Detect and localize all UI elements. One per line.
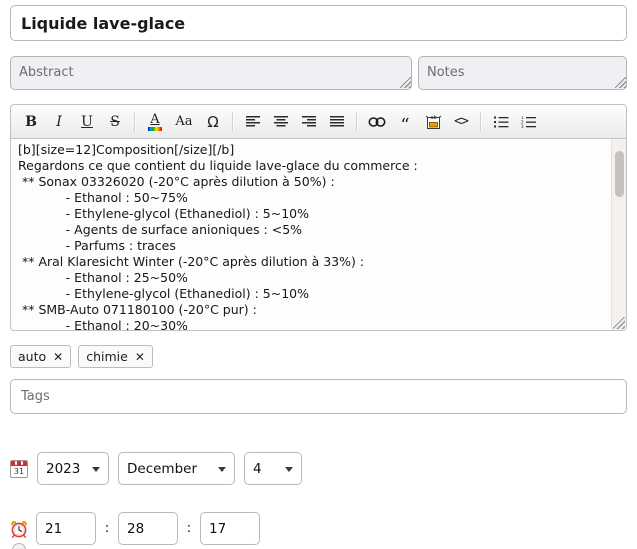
numbered-list-button[interactable]: 1 2 3 xyxy=(515,109,543,135)
image-button[interactable]: ab xyxy=(419,109,447,135)
time-separator: : xyxy=(104,521,110,536)
tag-chip-label: chimie xyxy=(86,349,128,364)
year-select[interactable]: 2021202220232024 xyxy=(37,452,109,485)
note-editor-page: B I U S A Aa Ω xyxy=(0,0,637,549)
strikethrough-icon: S xyxy=(110,113,120,130)
year-select-wrap: 2021202220232024 xyxy=(37,452,109,485)
text-color-icon: A xyxy=(148,113,162,131)
tag-chip-list: auto ✕ chimie ✕ xyxy=(10,345,153,368)
day-select-wrap: 12345678910 xyxy=(244,452,302,485)
tag-chip-label: auto xyxy=(18,349,47,364)
day-select[interactable]: 12345678910 xyxy=(244,452,302,485)
numbered-list-icon: 1 2 3 xyxy=(521,116,536,128)
month-select-wrap: JanuaryFebruaryMarchAprilMayJuneJulyAugu… xyxy=(118,452,235,485)
svg-text:ab: ab xyxy=(430,115,436,121)
code-button[interactable]: <> xyxy=(447,109,475,135)
date-picker-row: 31 2021202220232024 JanuaryFebruaryMarch… xyxy=(10,452,302,485)
hours-input[interactable] xyxy=(36,512,96,545)
svg-text:3: 3 xyxy=(521,124,524,128)
color-gradient-bar xyxy=(148,126,162,131)
seconds-input[interactable] xyxy=(200,512,260,545)
minutes-input[interactable] xyxy=(118,512,178,545)
quote-button[interactable]: “ xyxy=(391,109,419,135)
link-icon xyxy=(368,116,386,127)
tags-input[interactable] xyxy=(10,379,627,414)
align-left-icon xyxy=(246,115,260,126)
calendar-icon-ring xyxy=(15,460,17,465)
notes-input[interactable] xyxy=(418,56,627,90)
italic-button[interactable]: I xyxy=(45,109,73,135)
tag-remove-icon[interactable]: ✕ xyxy=(135,351,145,363)
calendar-icon-day: 31 xyxy=(13,466,25,476)
toolbar-divider xyxy=(480,111,482,132)
text-color-button[interactable]: A xyxy=(141,109,169,135)
special-character-button[interactable]: Ω xyxy=(199,109,227,135)
code-icon: <> xyxy=(454,114,469,129)
align-center-button[interactable] xyxy=(267,109,295,135)
time-separator: : xyxy=(186,521,192,536)
font-size-button[interactable]: Aa xyxy=(169,109,199,135)
align-left-button[interactable] xyxy=(239,109,267,135)
align-justify-button[interactable] xyxy=(323,109,351,135)
link-button[interactable] xyxy=(363,109,391,135)
title-input[interactable] xyxy=(10,5,627,41)
bbcode-editor: B I U S A Aa Ω “ ab <> 1 2 3 [b][size=12… xyxy=(10,104,627,331)
toolbar-divider xyxy=(356,111,358,132)
tag-chip[interactable]: auto ✕ xyxy=(10,345,72,368)
align-justify-icon xyxy=(330,115,344,126)
calendar-icon-ring xyxy=(21,460,23,465)
bulleted-list-button[interactable] xyxy=(487,109,515,135)
bold-icon: B xyxy=(25,113,37,130)
align-center-icon xyxy=(274,115,288,126)
align-right-icon xyxy=(302,115,316,126)
alarm-clock-icon xyxy=(10,520,28,538)
tag-remove-icon[interactable]: ✕ xyxy=(53,351,63,363)
editor-content[interactable]: [b][size=12]Composition[/size][/b] Regar… xyxy=(11,139,609,330)
underline-icon: U xyxy=(81,113,93,130)
font-size-icon: Aa xyxy=(175,114,193,129)
editor-body[interactable]: [b][size=12]Composition[/size][/b] Regar… xyxy=(10,138,627,331)
abstract-input[interactable] xyxy=(10,56,412,90)
quote-icon: “ xyxy=(400,114,410,136)
editor-scrollbar-thumb[interactable] xyxy=(615,151,624,197)
image-icon: ab xyxy=(425,115,441,129)
strikethrough-button[interactable]: S xyxy=(101,109,129,135)
italic-icon: I xyxy=(56,113,62,130)
month-select[interactable]: JanuaryFebruaryMarchAprilMayJuneJulyAugu… xyxy=(118,452,235,485)
underline-button[interactable]: U xyxy=(73,109,101,135)
omega-icon: Ω xyxy=(207,112,219,131)
align-right-button[interactable] xyxy=(295,109,323,135)
time-picker-row: : : xyxy=(10,512,260,545)
editor-scrollbar[interactable] xyxy=(611,139,626,330)
tag-chip[interactable]: chimie ✕ xyxy=(78,345,153,368)
toolbar-divider xyxy=(232,111,234,132)
editor-toolbar: B I U S A Aa Ω “ ab <> 1 2 3 xyxy=(10,104,627,138)
calendar-icon: 31 xyxy=(10,459,28,478)
bulleted-list-icon xyxy=(493,116,508,127)
bold-button[interactable]: B xyxy=(17,109,45,135)
toolbar-divider xyxy=(134,111,136,132)
